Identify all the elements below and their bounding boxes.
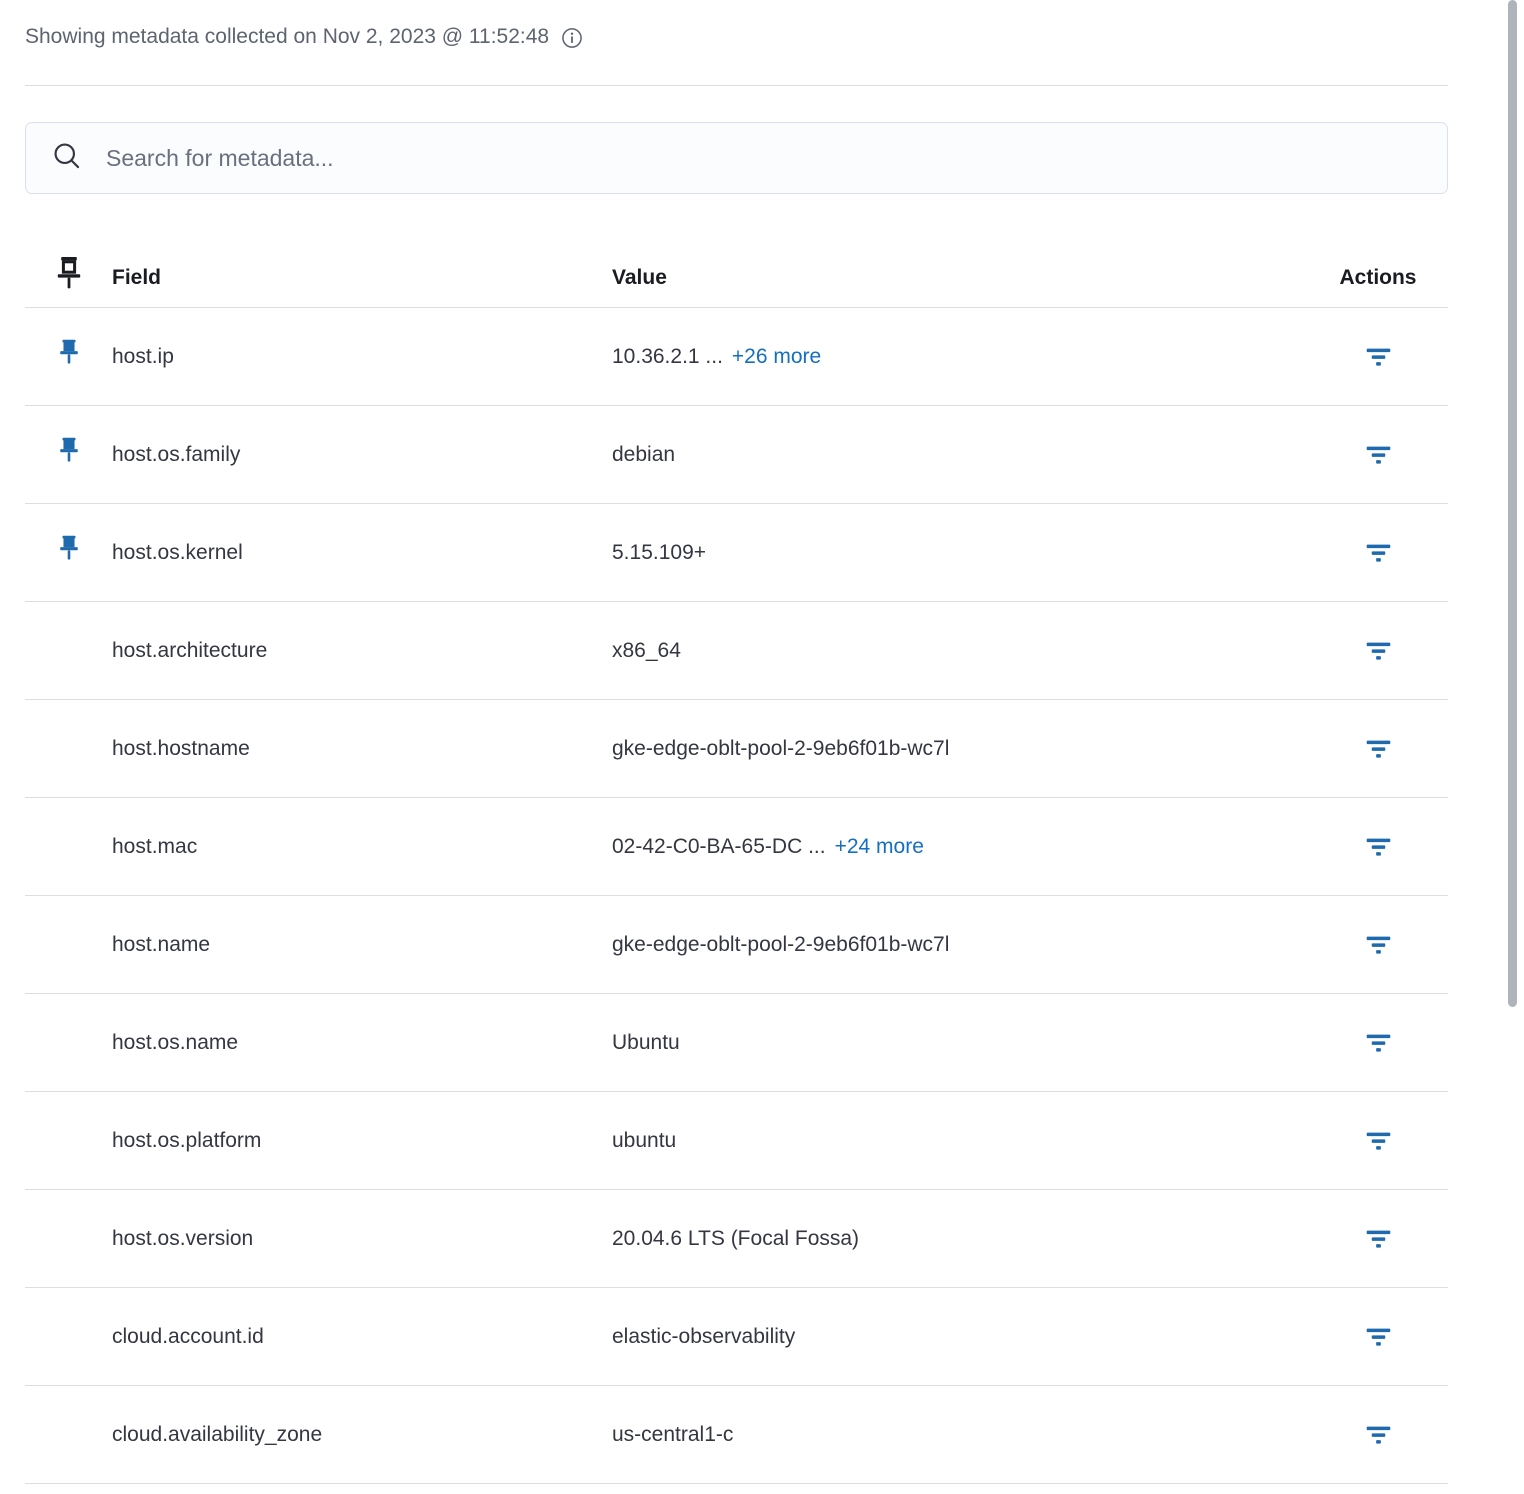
field-name: host.name <box>112 933 210 956</box>
field-value: 10.36.2.1 ... <box>612 345 723 369</box>
table-row: host.mac 02-42-C0-BA-65-DC ... +24 more <box>25 798 1448 896</box>
pin-column-header <box>25 255 112 301</box>
filter-icon[interactable] <box>1365 1423 1392 1447</box>
table-row: host.os.name Ubuntu <box>25 994 1448 1092</box>
filter-icon[interactable] <box>1365 345 1392 369</box>
field-value: 5.15.109+ <box>612 541 706 565</box>
filter-icon[interactable] <box>1365 639 1392 663</box>
vertical-scrollbar-thumb[interactable] <box>1508 0 1517 1007</box>
field-name: host.mac <box>112 835 197 858</box>
field-name: cloud.account.id <box>112 1325 264 1348</box>
filter-icon[interactable] <box>1365 1227 1392 1251</box>
table-header-row: Field Value Actions <box>25 249 1448 308</box>
filter-icon[interactable] <box>1365 1325 1392 1349</box>
filter-icon[interactable] <box>1365 541 1392 565</box>
filter-icon[interactable] <box>1365 737 1392 761</box>
filter-icon[interactable] <box>1365 835 1392 859</box>
filter-icon[interactable] <box>1365 1129 1392 1153</box>
pin-icon[interactable] <box>56 337 82 377</box>
field-value: gke-edge-oblt-pool-2-9eb6f01b-wc7l <box>612 933 949 957</box>
table-row: host.os.version 20.04.6 LTS (Focal Fossa… <box>25 1190 1448 1288</box>
field-value: Ubuntu <box>612 1031 680 1055</box>
info-icon[interactable] <box>561 27 583 49</box>
field-name: host.architecture <box>112 639 267 662</box>
field-value: 20.04.6 LTS (Focal Fossa) <box>612 1227 859 1251</box>
table-row: host.os.family debian <box>25 406 1448 504</box>
field-value: debian <box>612 443 675 467</box>
field-value: ubuntu <box>612 1129 676 1153</box>
field-name: host.hostname <box>112 737 250 760</box>
table-row: cloud.account.id elastic-observability <box>25 1288 1448 1386</box>
filter-icon[interactable] <box>1365 443 1392 467</box>
field-name: host.ip <box>112 345 174 368</box>
field-name: cloud.availability_zone <box>112 1423 322 1446</box>
field-value: gke-edge-oblt-pool-2-9eb6f01b-wc7l <box>612 737 949 761</box>
table-row: cloud.availability_zone us-central1-c <box>25 1386 1448 1484</box>
field-value: x86_64 <box>612 639 681 663</box>
table-body: host.ip 10.36.2.1 ... +26 more <box>25 308 1448 1484</box>
table-row: host.os.kernel 5.15.109+ <box>25 504 1448 602</box>
expand-values-link[interactable]: +24 more <box>835 835 924 859</box>
field-name: host.os.platform <box>112 1129 261 1152</box>
status-row: Showing metadata collected on Nov 2, 202… <box>25 0 1448 52</box>
field-name: host.os.kernel <box>112 541 243 564</box>
filter-icon[interactable] <box>1365 933 1392 957</box>
table-row: host.name gke-edge-oblt-pool-2-9eb6f01b-… <box>25 896 1448 994</box>
search-field <box>25 122 1448 194</box>
field-value: us-central1-c <box>612 1423 733 1447</box>
table-row: host.architecture x86_64 <box>25 602 1448 700</box>
field-column-header: Field <box>112 266 612 290</box>
pin-outline-icon <box>53 255 85 301</box>
table-row: host.hostname gke-edge-oblt-pool-2-9eb6f… <box>25 700 1448 798</box>
status-text: Showing metadata collected on Nov 2, 202… <box>25 25 549 49</box>
metadata-panel: Showing metadata collected on Nov 2, 202… <box>0 0 1524 1484</box>
field-value: elastic-observability <box>612 1325 795 1349</box>
pin-icon[interactable] <box>56 435 82 475</box>
field-value: 02-42-C0-BA-65-DC ... <box>612 835 826 859</box>
search-icon <box>52 141 82 176</box>
metadata-table: Field Value Actions host.ip 10.36.2.1 ..… <box>25 249 1448 1484</box>
pin-icon[interactable] <box>56 533 82 573</box>
search-input[interactable] <box>104 144 1429 173</box>
field-name: host.os.version <box>112 1227 253 1250</box>
value-column-header: Value <box>612 266 1308 290</box>
actions-column-header: Actions <box>1308 266 1448 290</box>
expand-values-link[interactable]: +26 more <box>732 345 821 369</box>
field-name: host.os.name <box>112 1031 238 1054</box>
table-row: host.ip 10.36.2.1 ... +26 more <box>25 308 1448 406</box>
field-name: host.os.family <box>112 443 240 466</box>
table-row: host.os.platform ubuntu <box>25 1092 1448 1190</box>
filter-icon[interactable] <box>1365 1031 1392 1055</box>
divider <box>25 85 1448 86</box>
